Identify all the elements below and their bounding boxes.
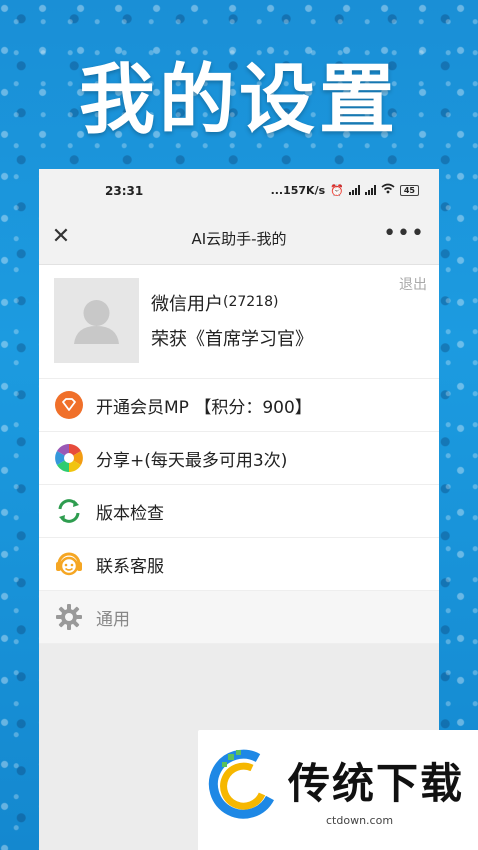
menu-item-contact-support[interactable]: 联系客服 (39, 538, 439, 591)
menu-item-label: 通用 (96, 609, 130, 630)
network-speed: ...157K/s (270, 183, 326, 197)
status-time: 23:31 (105, 184, 144, 198)
honor-title: 荣获《首席学习官》 (151, 329, 313, 350)
menu-item-label: 分享+(每天最多可用3次) (96, 450, 288, 471)
nickname-row: 微信用户(27218) (151, 290, 278, 316)
status-bar: 23:31 ...157K/s ⏰ 45 (39, 169, 439, 213)
ctdown-logo-icon (208, 748, 278, 832)
hero-title: 我的设置 (79, 55, 399, 144)
alarm-icon: ⏰ (330, 183, 344, 197)
settings-menu: 开通会员MP 【积分：900】 分享+(每天最多可用3次) 版本检查 联系客服 … (39, 379, 439, 644)
menu-item-general[interactable]: 通用 (39, 591, 439, 644)
menu-item-label: 联系客服 (96, 556, 164, 577)
nickname: 微信用户 (151, 294, 223, 315)
nav-bar: ✕ AI云助手-我的 ••• (39, 213, 439, 265)
support-agent-icon (52, 547, 86, 581)
logout-button[interactable]: 退出 (399, 274, 427, 294)
status-indicators: ...157K/s ⏰ 45 (271, 183, 419, 197)
brand-name: 传统下载 (288, 759, 465, 808)
user-placeholder-icon (74, 300, 119, 344)
gear-icon (52, 600, 86, 634)
user-id: (27218) (223, 294, 279, 310)
refresh-icon (52, 494, 86, 528)
diamond-icon (52, 388, 86, 422)
brand-url: ctdown.com (326, 814, 394, 827)
battery-icon: 45 (399, 184, 419, 196)
download-site-watermark: 传统下载 ctdown.com (198, 730, 478, 850)
menu-item-version-check[interactable]: 版本检查 (39, 485, 439, 538)
more-options-button[interactable]: ••• (383, 221, 425, 246)
page-title: AI云助手-我的 (191, 230, 287, 248)
menu-item-vip[interactable]: 开通会员MP 【积分：900】 (39, 379, 439, 432)
menu-item-label: 开通会员MP 【积分：900】 (96, 397, 312, 418)
signal-icon (348, 185, 360, 195)
profile-card: 微信用户(27218) 荣获《首席学习官》 退出 (39, 265, 439, 379)
wifi-icon (381, 183, 395, 197)
share-aperture-icon (52, 441, 86, 475)
signal-icon-2 (364, 185, 376, 195)
menu-item-label: 版本检查 (96, 503, 164, 524)
menu-item-share[interactable]: 分享+(每天最多可用3次) (39, 432, 439, 485)
avatar[interactable] (54, 278, 139, 363)
